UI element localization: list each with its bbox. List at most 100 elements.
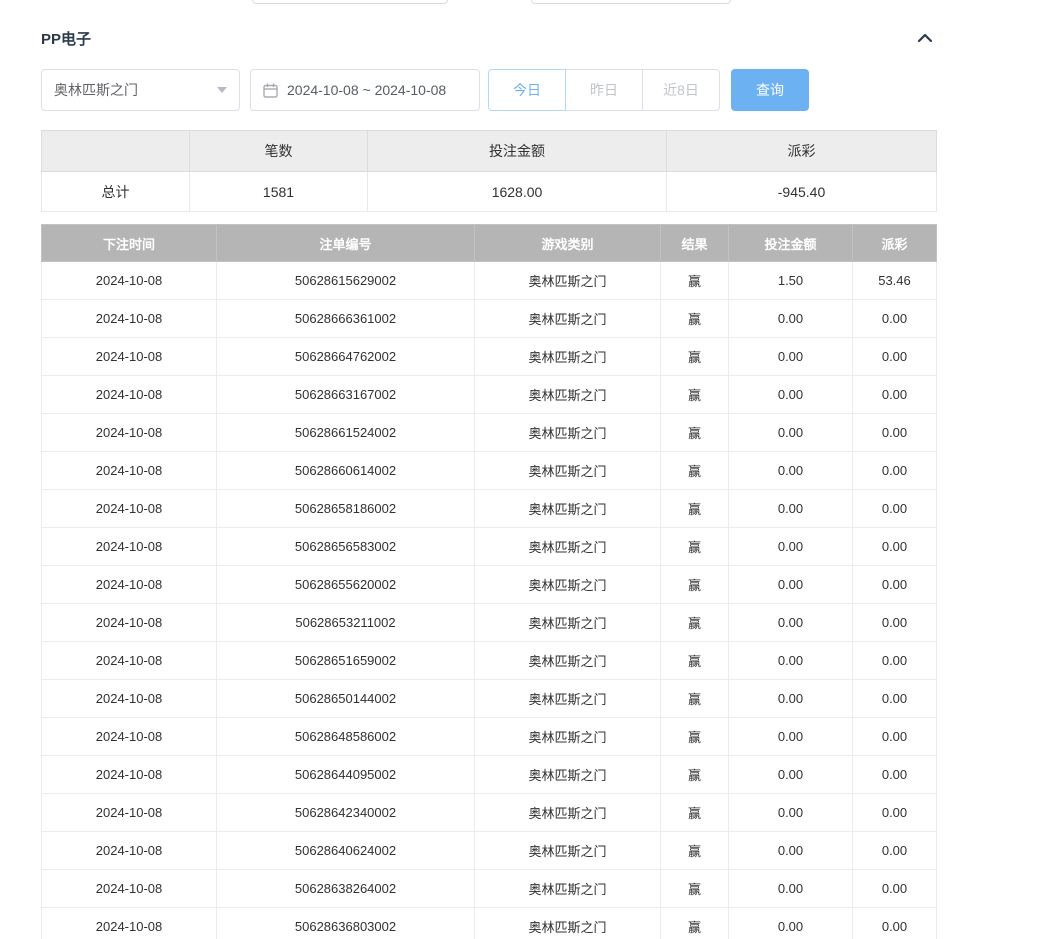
summary-total-label: 总计: [42, 172, 190, 212]
table-cell: 奥林匹斯之门: [475, 794, 661, 832]
table-cell: 奥林匹斯之门: [475, 604, 661, 642]
table-cell: 2024-10-08: [42, 680, 217, 718]
table-row: 2024-10-0850628642340002奥林匹斯之门赢0.000.00: [42, 794, 937, 832]
table-cell: 50628664762002: [217, 338, 475, 376]
chevron-up-icon[interactable]: [914, 28, 936, 48]
table-cell: 0.00: [729, 528, 853, 566]
table-cell: 奥林匹斯之门: [475, 642, 661, 680]
table-cell: 50628644095002: [217, 756, 475, 794]
table-row: 2024-10-0850628664762002奥林匹斯之门赢0.000.00: [42, 338, 937, 376]
table-cell: 赢: [661, 756, 729, 794]
table-cell: 2024-10-08: [42, 338, 217, 376]
table-cell: 赢: [661, 300, 729, 338]
table-cell: 0.00: [853, 680, 937, 718]
date-range-input[interactable]: 2024-10-08 ~ 2024-10-08: [250, 69, 480, 111]
table-cell: 2024-10-08: [42, 566, 217, 604]
table-cell: 0.00: [853, 718, 937, 756]
chevron-down-icon: [217, 87, 227, 93]
table-cell: 奥林匹斯之门: [475, 452, 661, 490]
table-cell: 50628658186002: [217, 490, 475, 528]
table-cell: 赢: [661, 870, 729, 908]
table-cell: 50628661524002: [217, 414, 475, 452]
table-cell: 0.00: [729, 642, 853, 680]
last-8-days-button[interactable]: 近8日: [642, 69, 720, 111]
table-cell: 赢: [661, 718, 729, 756]
records-header-row: 下注时间 注单编号 游戏类别 结果 投注金额 派彩: [42, 225, 937, 262]
table-row: 2024-10-0850628653211002奥林匹斯之门赢0.000.00: [42, 604, 937, 642]
table-row: 2024-10-0850628636803002奥林匹斯之门赢0.000.00: [42, 908, 937, 939]
quick-range-group: 今日 昨日 近8日: [488, 69, 720, 111]
table-cell: 53.46: [853, 262, 937, 300]
today-button[interactable]: 今日: [488, 69, 566, 111]
table-cell: 2024-10-08: [42, 642, 217, 680]
yesterday-button[interactable]: 昨日: [565, 69, 643, 111]
table-cell: 0.00: [729, 300, 853, 338]
table-cell: 0.00: [853, 794, 937, 832]
table-cell: 50628638264002: [217, 870, 475, 908]
table-cell: 50628663167002: [217, 376, 475, 414]
table-cell: 赢: [661, 680, 729, 718]
game-select-value: 奥林匹斯之门: [54, 80, 138, 100]
summary-header-row: 笔数 投注金额 派彩: [42, 131, 937, 172]
table-cell: 奥林匹斯之门: [475, 528, 661, 566]
table-cell: 50628642340002: [217, 794, 475, 832]
col-header-result: 结果: [661, 225, 729, 262]
search-button[interactable]: 查询: [731, 69, 809, 111]
table-cell: 0.00: [729, 870, 853, 908]
calendar-icon: [263, 83, 278, 98]
table-cell: 奥林匹斯之门: [475, 566, 661, 604]
table-row: 2024-10-0850628615629002奥林匹斯之门赢1.5053.46: [42, 262, 937, 300]
table-cell: 2024-10-08: [42, 908, 217, 939]
summary-header-bet-amount: 投注金额: [368, 131, 667, 172]
table-cell: 0.00: [729, 338, 853, 376]
table-cell: 赢: [661, 642, 729, 680]
summary-header-blank: [42, 131, 190, 172]
col-header-bet-time: 下注时间: [42, 225, 217, 262]
table-cell: 0.00: [853, 376, 937, 414]
table-cell: 1.50: [729, 262, 853, 300]
table-cell: 2024-10-08: [42, 794, 217, 832]
table-cell: 0.00: [853, 756, 937, 794]
table-cell: 0.00: [853, 642, 937, 680]
table-cell: 0.00: [729, 414, 853, 452]
table-cell: 奥林匹斯之门: [475, 338, 661, 376]
table-cell: 赢: [661, 452, 729, 490]
table-cell: 奥林匹斯之门: [475, 870, 661, 908]
table-cell: 50628656583002: [217, 528, 475, 566]
table-cell: 奥林匹斯之门: [475, 908, 661, 939]
table-cell: 奥林匹斯之门: [475, 376, 661, 414]
col-header-payout: 派彩: [853, 225, 937, 262]
table-cell: 2024-10-08: [42, 832, 217, 870]
table-cell: 奥林匹斯之门: [475, 300, 661, 338]
game-select[interactable]: 奥林匹斯之门: [41, 69, 240, 111]
table-cell: 0.00: [729, 566, 853, 604]
table-cell: 奥林匹斯之门: [475, 680, 661, 718]
col-header-game-type: 游戏类别: [475, 225, 661, 262]
summary-header-count: 笔数: [190, 131, 368, 172]
records-body: 2024-10-0850628615629002奥林匹斯之门赢1.5053.46…: [42, 262, 937, 939]
section-header: PP电子: [41, 28, 936, 48]
table-row: 2024-10-0850628658186002奥林匹斯之门赢0.000.00: [42, 490, 937, 528]
table-cell: 赢: [661, 832, 729, 870]
table-cell: 50628666361002: [217, 300, 475, 338]
table-cell: 50628615629002: [217, 262, 475, 300]
section-title: PP电子: [41, 28, 91, 49]
summary-total-count: 1581: [190, 172, 368, 212]
table-cell: 赢: [661, 490, 729, 528]
table-cell: 2024-10-08: [42, 414, 217, 452]
table-cell: 赢: [661, 262, 729, 300]
table-row: 2024-10-0850628655620002奥林匹斯之门赢0.000.00: [42, 566, 937, 604]
table-cell: 0.00: [853, 832, 937, 870]
table-cell: 2024-10-08: [42, 756, 217, 794]
table-cell: 奥林匹斯之门: [475, 414, 661, 452]
table-cell: 2024-10-08: [42, 300, 217, 338]
table-cell: 50628660614002: [217, 452, 475, 490]
table-cell: 50628650144002: [217, 680, 475, 718]
table-row: 2024-10-0850628650144002奥林匹斯之门赢0.000.00: [42, 680, 937, 718]
table-cell: 2024-10-08: [42, 262, 217, 300]
table-cell: 0.00: [853, 908, 937, 939]
table-cell: 赢: [661, 338, 729, 376]
table-cell: 0.00: [729, 490, 853, 528]
table-row: 2024-10-0850628638264002奥林匹斯之门赢0.000.00: [42, 870, 937, 908]
filter-row: 奥林匹斯之门 2024-10-08 ~ 2024-10-08 今日 昨日 近8日…: [41, 69, 936, 111]
